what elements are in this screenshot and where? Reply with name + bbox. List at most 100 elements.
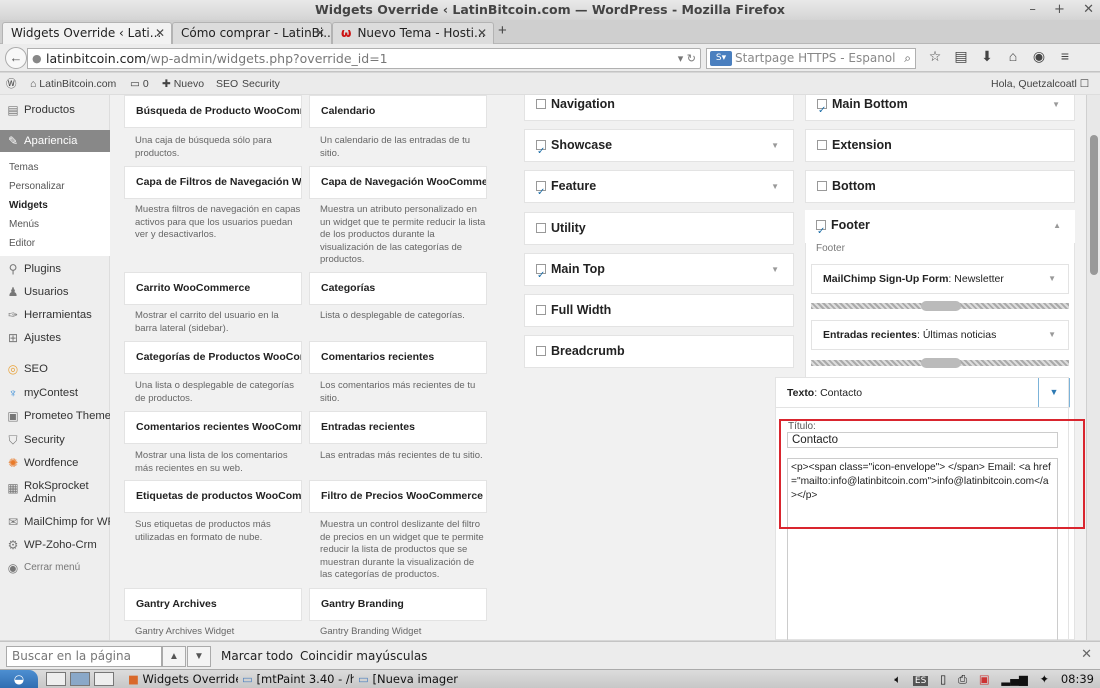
chevron-down-icon[interactable]: ▼	[1038, 378, 1070, 407]
chevron-down-icon[interactable]: ▼	[771, 254, 779, 285]
workspace-1[interactable]	[46, 672, 66, 686]
widget-calendario[interactable]: Calendario	[309, 95, 487, 128]
area-breadcrumb[interactable]: Breadcrumb	[524, 335, 794, 368]
widget-carrito[interactable]: Carrito WooCommerce	[124, 272, 302, 305]
footer-widget-entradas[interactable]: Entradas recientes: Últimas noticias ▼	[811, 320, 1069, 350]
scrollbar-thumb[interactable]	[1090, 135, 1098, 275]
match-case-toggle[interactable]: Coincidir mayúsculas	[300, 646, 427, 667]
start-menu-icon[interactable]: ◒	[0, 670, 38, 688]
area-main-top[interactable]: Main Top ▼	[524, 253, 794, 291]
widget-comentarios-recientes[interactable]: Comentarios recientes	[309, 341, 487, 374]
reading-list-icon[interactable]: ▤	[948, 48, 974, 65]
wordpress-logo-icon[interactable]: Ⓦ	[6, 73, 17, 95]
url-bar[interactable]: ● latinbitcoin.com/wp-admin/widgets.php?o…	[27, 48, 701, 69]
chevron-down-icon[interactable]: ▼	[771, 130, 779, 161]
sidebar-item-mailchimp[interactable]: ✉ MailChimp for WP	[0, 512, 115, 532]
drag-knob[interactable]	[921, 358, 961, 368]
area-main-bottom[interactable]: Main Bottom ▼	[805, 95, 1075, 126]
taskbar-app-mtpaint[interactable]: ▭ [mtPaint 3.40 - /h...	[242, 670, 354, 688]
submenu-widgets[interactable]: Widgets	[9, 200, 48, 211]
widget-gantry-branding[interactable]: Gantry Branding	[309, 588, 487, 621]
menu-icon[interactable]: ≡	[1052, 48, 1078, 64]
close-tab-icon[interactable]: ✕	[477, 23, 487, 43]
site-identity-icon[interactable]: ●	[32, 49, 42, 68]
chevron-up-icon[interactable]: ▲	[1053, 210, 1061, 241]
collapse-menu-button[interactable]: ◉ Cerrar menú	[0, 558, 110, 578]
area-checkbox[interactable]	[536, 305, 546, 315]
sidebar-item-usuarios[interactable]: ♟ Usuarios	[0, 282, 110, 302]
admin-bar-new[interactable]: ✚ Nuevo	[162, 73, 204, 95]
texto-widget-header[interactable]: Texto: Contacto ▼	[776, 378, 1070, 408]
highlight-all-toggle[interactable]: Marcar todo	[221, 646, 293, 667]
volume-icon[interactable]: 🔈︎	[894, 672, 901, 686]
find-next-button[interactable]: ▼	[187, 646, 211, 667]
area-checkbox[interactable]	[536, 223, 546, 233]
taskbar-app-firefox[interactable]: ■ Widgets Override ...	[128, 670, 238, 688]
sidebar-item-zoho[interactable]: ⚙ WP-Zoho-Crm	[0, 535, 110, 555]
back-button[interactable]: ←	[5, 47, 27, 69]
home-icon[interactable]: ⌂	[1000, 48, 1026, 64]
widget-filtro-precios[interactable]: Filtro de Precios WooCommerce	[309, 480, 487, 513]
drag-knob[interactable]	[921, 301, 961, 311]
downloads-icon[interactable]: ⬇	[974, 48, 1000, 65]
bookmark-star-icon[interactable]: ☆	[922, 48, 948, 65]
reload-icon[interactable]: ▾ ↻	[678, 49, 696, 68]
close-tab-icon[interactable]: ✕	[155, 23, 165, 43]
maximize-button[interactable]: +	[1054, 2, 1065, 17]
tab-widgets-override[interactable]: Widgets Override ‹ Lati... ✕	[2, 22, 172, 45]
admin-bar-comments[interactable]: ▭ 0	[130, 73, 149, 95]
sidebar-item-mycontest[interactable]: ♆ myContest	[0, 383, 110, 403]
search-engine-icon[interactable]: S▾	[710, 51, 732, 66]
area-feature[interactable]: Feature ▼	[524, 170, 794, 208]
submenu-editor[interactable]: Editor	[9, 238, 35, 249]
area-showcase[interactable]: Showcase ▼	[524, 129, 794, 167]
admin-bar-site[interactable]: ⌂ LatinBitcoin.com	[30, 73, 116, 95]
area-bottom[interactable]: Bottom	[805, 170, 1075, 203]
sidebar-item-security[interactable]: ⛉ Security	[0, 430, 110, 450]
drag-handle[interactable]	[811, 301, 1069, 311]
sidebar-item-prometeo[interactable]: ▣ Prometeo Theme	[0, 406, 111, 426]
sidebar-item-plugins[interactable]: ⚲ Plugins	[0, 259, 110, 279]
widget-busqueda-producto[interactable]: Búsqueda de Producto WooComm...	[124, 95, 302, 128]
admin-bar-seo[interactable]: SEO	[216, 73, 238, 95]
search-bar[interactable]: S▾ Startpage HTTPS - Espanol ⌕	[706, 48, 916, 69]
submenu-temas[interactable]: Temas	[9, 162, 38, 173]
footer-widget-mailchimp[interactable]: MailChimp Sign-Up Form: Newsletter ▼	[811, 264, 1069, 294]
widget-categorias[interactable]: Categorías	[309, 272, 487, 305]
sidebar-item-productos[interactable]: ▤ Productos	[0, 100, 110, 120]
find-input[interactable]: Buscar en la página	[6, 646, 162, 667]
sidebar-item-herramientas[interactable]: ✑ Herramientas	[0, 305, 110, 325]
footer-header[interactable]: Footer ▲	[805, 210, 1075, 247]
area-full-width[interactable]: Full Width	[524, 294, 794, 327]
sidebar-item-seo[interactable]: ◎ SEO	[0, 359, 110, 379]
minimize-button[interactable]: –	[1029, 2, 1036, 17]
sidebar-item-apariencia[interactable]: ✎ Apariencia	[0, 130, 110, 152]
widget-entradas-recientes[interactable]: Entradas recientes	[309, 411, 487, 444]
chevron-down-icon[interactable]: ▼	[1048, 265, 1056, 293]
drag-handle[interactable]	[811, 358, 1069, 368]
chevron-down-icon[interactable]: ▼	[771, 171, 779, 202]
sidebar-item-roksprocket[interactable]: ▦ RokSprocket Admin	[0, 478, 110, 506]
area-extension[interactable]: Extension	[805, 129, 1075, 162]
area-checkbox[interactable]	[536, 346, 546, 356]
addon-icon[interactable]: ◉	[1026, 48, 1052, 65]
submenu-personalizar[interactable]: Personalizar	[9, 181, 65, 192]
page-scrollbar[interactable]	[1086, 95, 1100, 640]
app-tray-icon[interactable]: ▣	[979, 672, 990, 686]
workspace-2[interactable]	[70, 672, 90, 686]
clock[interactable]: 08:39	[1061, 672, 1094, 686]
area-checkbox[interactable]	[536, 136, 546, 167]
signal-icon[interactable]: ▂▄▆	[1001, 672, 1028, 686]
close-tab-icon[interactable]: ✕	[315, 23, 325, 43]
clipboard-icon[interactable]: ▯	[940, 672, 946, 686]
area-checkbox[interactable]	[817, 181, 827, 191]
close-window-button[interactable]: ✕	[1083, 2, 1094, 17]
dropbox-icon[interactable]: ✦	[1040, 672, 1050, 686]
search-icon[interactable]: ⌕	[904, 49, 911, 68]
area-checkbox[interactable]	[816, 216, 826, 247]
area-utility[interactable]: Utility	[524, 212, 794, 245]
tab-como-comprar[interactable]: Cómo comprar - LatinBi... ✕	[172, 22, 332, 44]
area-checkbox[interactable]	[536, 177, 546, 208]
chevron-down-icon[interactable]: ▼	[1052, 95, 1060, 120]
sidebar-item-wordfence[interactable]: ✺ Wordfence	[0, 453, 110, 473]
